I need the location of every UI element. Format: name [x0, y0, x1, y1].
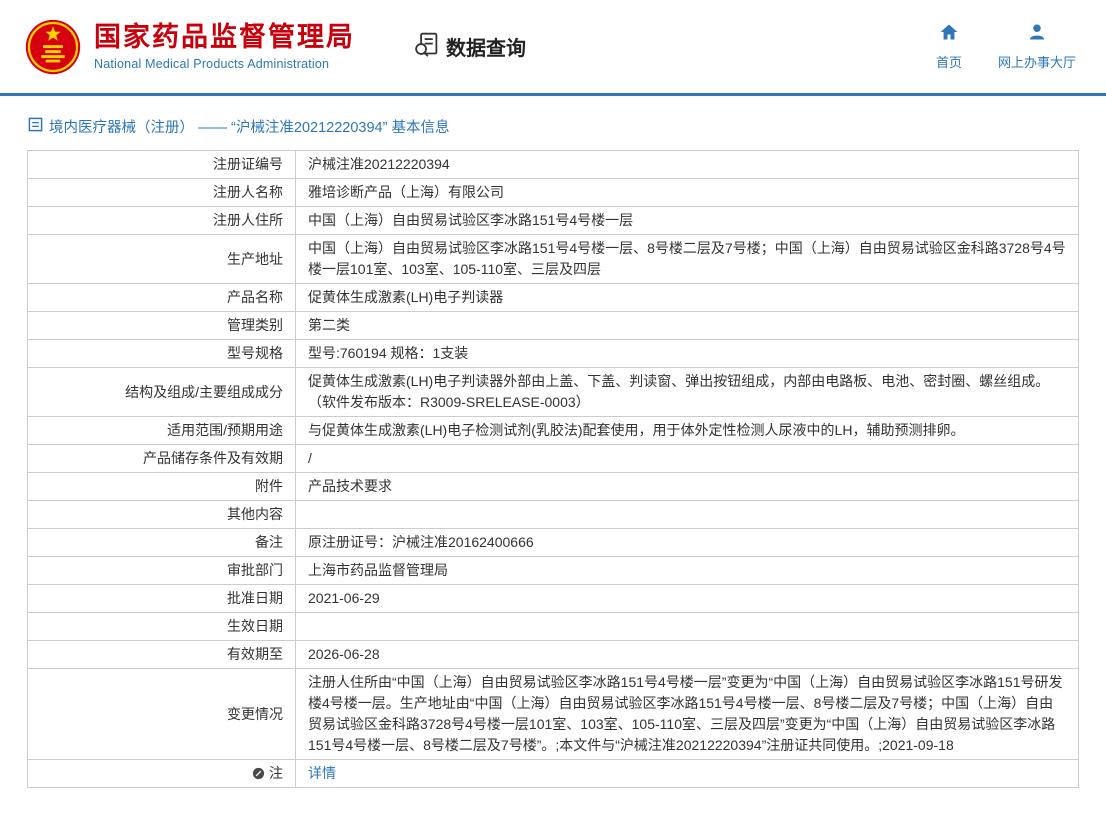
home-icon	[939, 22, 959, 47]
row-value: 与促黄体生成激素(LH)电子检测试剂(乳胶法)配套使用，用于体外定性检测人尿液中…	[296, 417, 1079, 445]
user-icon	[1027, 22, 1047, 47]
row-label: 注册人住所	[28, 207, 296, 235]
row-value: 产品技术要求	[296, 473, 1079, 501]
row-label: 结构及组成/主要组成成分	[28, 368, 296, 417]
org-name-en: National Medical Products Administration	[94, 57, 355, 71]
table-row: 产品名称 促黄体生成激素(LH)电子判读器	[28, 284, 1079, 312]
table-row: 型号规格 型号:760194 规格：1支装	[28, 340, 1079, 368]
org-name-cn: 国家药品监督管理局	[94, 22, 355, 53]
row-value: 雅培诊断产品（上海）有限公司	[296, 179, 1079, 207]
table-row: 管理类别 第二类	[28, 312, 1079, 340]
row-label: 其他内容	[28, 501, 296, 529]
row-label: 产品储存条件及有效期	[28, 445, 296, 473]
row-label: 适用范围/预期用途	[28, 417, 296, 445]
row-value: 第二类	[296, 312, 1079, 340]
table-row: 产品储存条件及有效期 /	[28, 445, 1079, 473]
table-row: 备注 原注册证号：沪械注准20162400666	[28, 529, 1079, 557]
note-icon	[252, 767, 265, 780]
breadcrumb: 境内医疗器械（注册） —— “沪械注准20212220394” 基本信息	[0, 96, 1106, 137]
row-label: 生产地址	[28, 235, 296, 284]
row-value: 原注册证号：沪械注准20162400666	[296, 529, 1079, 557]
table-row: 注册人住所 中国（上海）自由贸易试验区李冰路151号4号楼一层	[28, 207, 1079, 235]
row-value: 沪械注准20212220394	[296, 151, 1079, 179]
row-value	[296, 501, 1079, 529]
row-label: 有效期至	[28, 641, 296, 669]
table-row: 有效期至 2026-06-28	[28, 641, 1079, 669]
table-row: 注册证编号 沪械注准20212220394	[28, 151, 1079, 179]
row-label: 变更情况	[28, 669, 296, 760]
document-icon	[28, 117, 43, 137]
row-value: 型号:760194 规格：1支装	[296, 340, 1079, 368]
data-query-icon	[413, 31, 440, 63]
row-value: 促黄体生成激素(LH)电子判读器	[296, 284, 1079, 312]
nav-home[interactable]: 首页	[936, 22, 962, 71]
table-row: 生产地址 中国（上海）自由贸易试验区李冰路151号4号楼一层、8号楼二层及7号楼…	[28, 235, 1079, 284]
table-row: 结构及组成/主要组成成分 促黄体生成激素(LH)电子判读器外部由上盖、下盖、判读…	[28, 368, 1079, 417]
row-value: 2021-06-29	[296, 585, 1079, 613]
row-label: 附件	[28, 473, 296, 501]
data-query-title: 数据查询	[413, 31, 526, 63]
nav-home-label: 首页	[936, 52, 962, 71]
national-emblem-icon	[24, 18, 82, 76]
row-value: 促黄体生成激素(LH)电子判读器外部由上盖、下盖、判读窗、弹出按钮组成，内部由电…	[296, 368, 1079, 417]
row-label: 注册人名称	[28, 179, 296, 207]
detail-link[interactable]: 详情	[308, 765, 336, 781]
row-label: 生效日期	[28, 613, 296, 641]
data-query-label: 数据查询	[446, 32, 526, 61]
table-row: 生效日期	[28, 613, 1079, 641]
table-row: 注册人名称 雅培诊断产品（上海）有限公司	[28, 179, 1079, 207]
nav-service-hall-label: 网上办事大厅	[998, 52, 1076, 71]
row-label: 批准日期	[28, 585, 296, 613]
org-names: 国家药品监督管理局 National Medical Products Admi…	[94, 22, 355, 70]
row-label: 审批部门	[28, 557, 296, 585]
nav-service-hall[interactable]: 网上办事大厅	[998, 22, 1076, 71]
row-value: 中国（上海）自由贸易试验区李冰路151号4号楼一层、8号楼二层及7号楼；中国（上…	[296, 235, 1079, 284]
row-label: 注	[269, 763, 283, 784]
row-value: 详情	[296, 760, 1079, 788]
row-label: 注册证编号	[28, 151, 296, 179]
header-nav: 首页 网上办事大厅	[936, 22, 1076, 71]
row-label: 备注	[28, 529, 296, 557]
table-row: 批准日期 2021-06-29	[28, 585, 1079, 613]
table-row: 其他内容	[28, 501, 1079, 529]
page-header: 国家药品监督管理局 National Medical Products Admi…	[0, 0, 1106, 93]
row-value: 上海市药品监督管理局	[296, 557, 1079, 585]
breadcrumb-text: 境内医疗器械（注册） —— “沪械注准20212220394” 基本信息	[49, 116, 449, 137]
table-row: 适用范围/预期用途 与促黄体生成激素(LH)电子检测试剂(乳胶法)配套使用，用于…	[28, 417, 1079, 445]
row-value	[296, 613, 1079, 641]
table-row: 附件 产品技术要求	[28, 473, 1079, 501]
table-row-note: 注 详情	[28, 760, 1079, 788]
row-label: 产品名称	[28, 284, 296, 312]
registration-info-table: 注册证编号 沪械注准20212220394 注册人名称 雅培诊断产品（上海）有限…	[27, 150, 1079, 788]
row-value: 中国（上海）自由贸易试验区李冰路151号4号楼一层	[296, 207, 1079, 235]
row-label: 型号规格	[28, 340, 296, 368]
row-label: 管理类别	[28, 312, 296, 340]
row-value: 注册人住所由“中国（上海）自由贸易试验区李冰路151号4号楼一层”变更为“中国（…	[296, 669, 1079, 760]
row-value: 2026-06-28	[296, 641, 1079, 669]
row-value: /	[296, 445, 1079, 473]
table-row: 审批部门 上海市药品监督管理局	[28, 557, 1079, 585]
table-row: 变更情况 注册人住所由“中国（上海）自由贸易试验区李冰路151号4号楼一层”变更…	[28, 669, 1079, 760]
